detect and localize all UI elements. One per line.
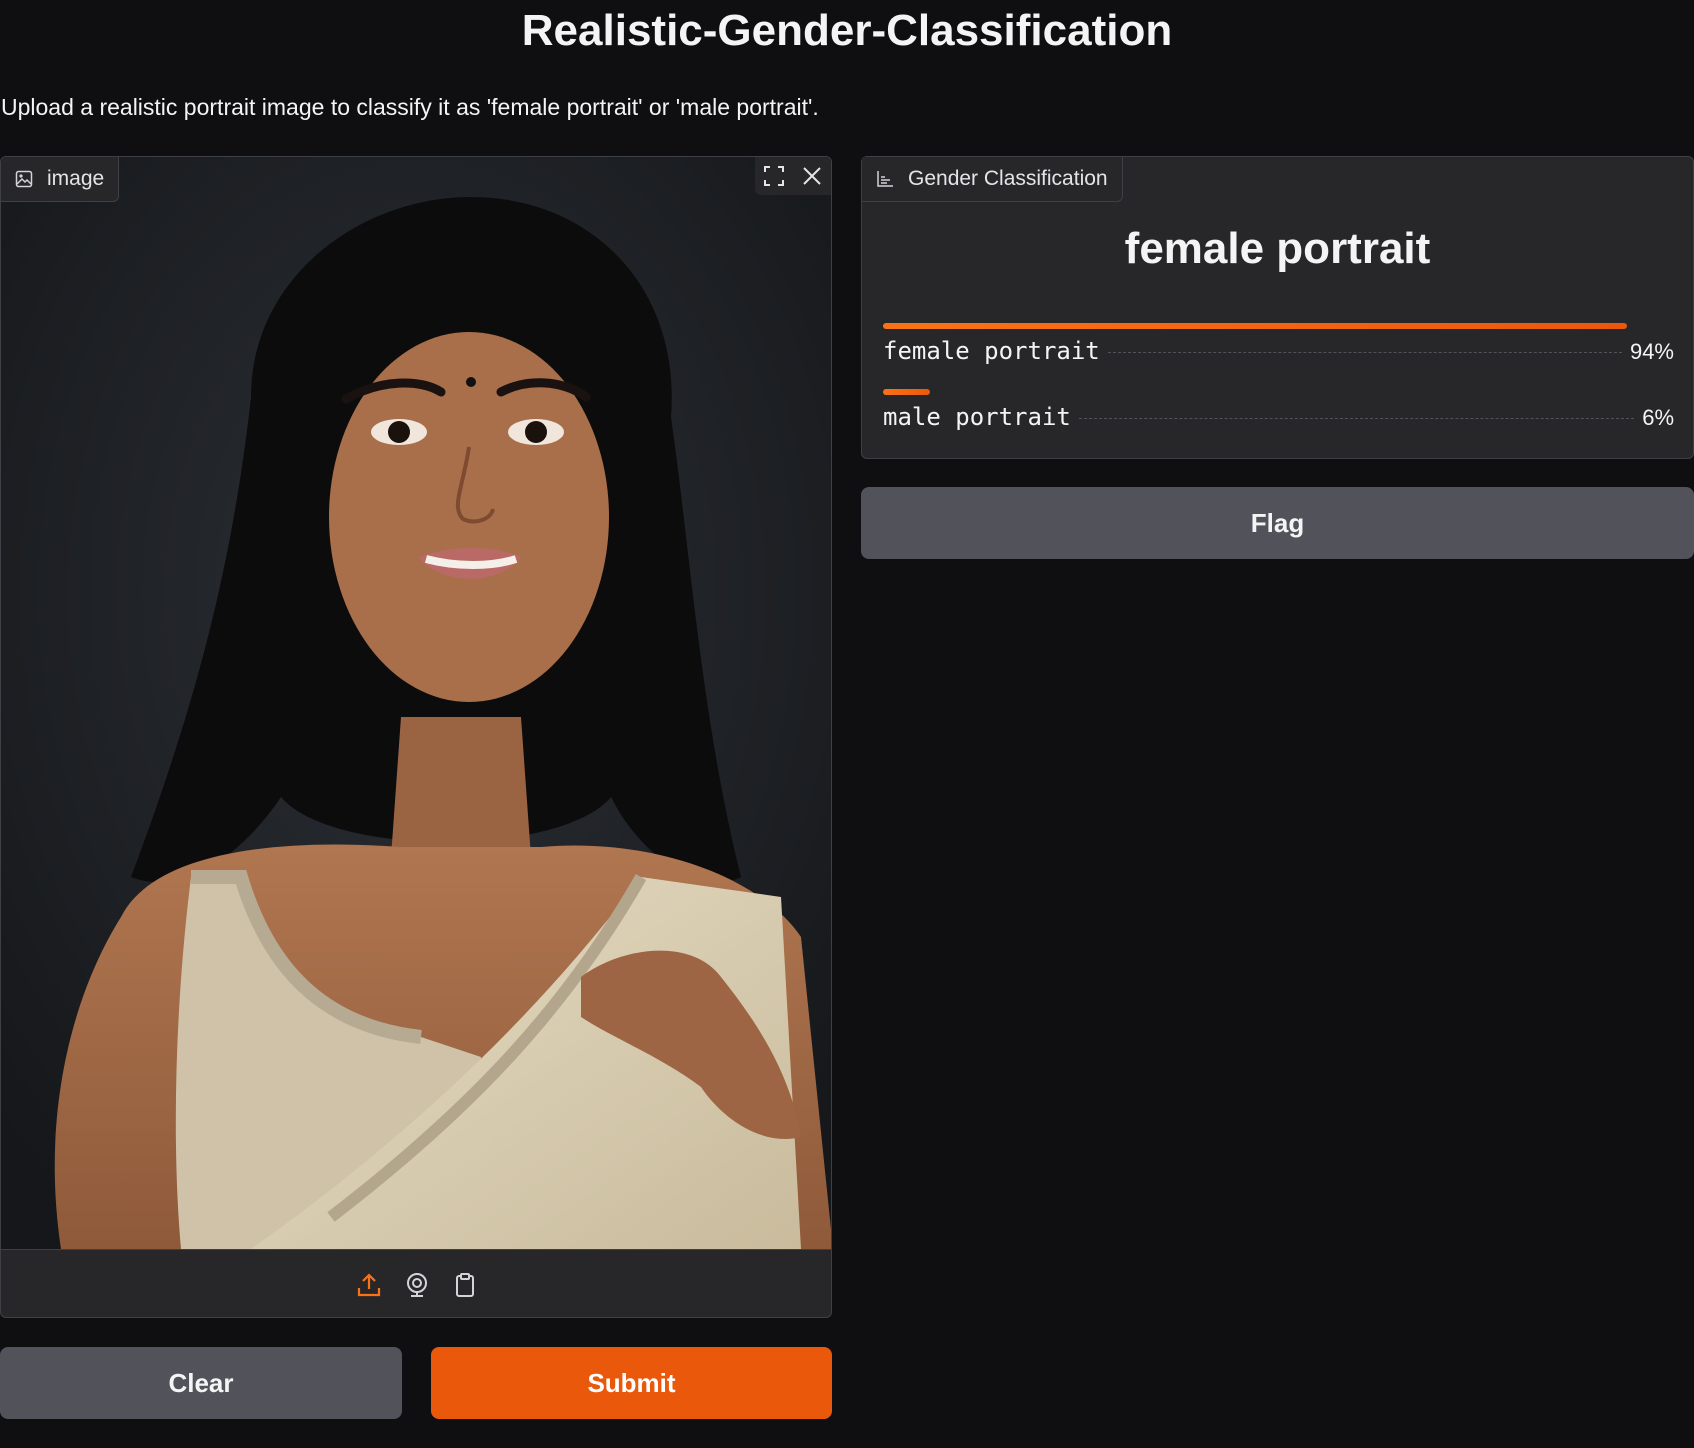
- confidence-bar: [883, 389, 931, 395]
- confidence-row[interactable]: female portrait 94%: [883, 323, 1674, 373]
- confidence-dotted-leader: [1078, 418, 1635, 419]
- confidence-value: 94%: [1629, 339, 1674, 364]
- confidence-bar: [883, 323, 1627, 329]
- classification-output-panel: Gender Classification female portrait fe…: [861, 156, 1694, 459]
- confidence-row[interactable]: male portrait 6%: [883, 389, 1674, 439]
- submit-button[interactable]: Submit: [431, 1347, 832, 1419]
- output-label-text: Gender Classification: [908, 167, 1108, 190]
- webcam-icon[interactable]: [403, 1271, 431, 1299]
- confidence-label: male portrait: [883, 403, 1071, 431]
- confidence-dotted-leader: [1107, 352, 1622, 353]
- app-page: Realistic-Gender-Classification Upload a…: [0, 0, 1694, 1448]
- clipboard-icon[interactable]: [451, 1271, 479, 1299]
- image-input-panel[interactable]: image: [0, 156, 832, 1318]
- fullscreen-icon[interactable]: [755, 157, 793, 195]
- page-description: Upload a realistic portrait image to cla…: [1, 94, 819, 120]
- image-controls: [755, 157, 831, 195]
- confidence-label: female portrait: [883, 337, 1100, 365]
- upload-icon[interactable]: [355, 1271, 383, 1299]
- clear-button[interactable]: Clear: [0, 1347, 402, 1419]
- page-title: Realistic-Gender-Classification: [521, 6, 1173, 55]
- image-source-bar: [1, 1249, 831, 1317]
- uploaded-portrait-image: [1, 157, 831, 1249]
- image-input-label-text: image: [47, 167, 105, 190]
- flag-button[interactable]: Flag: [861, 487, 1694, 559]
- bar-chart-icon: [876, 170, 894, 188]
- confidence-value: 6%: [1642, 405, 1674, 430]
- image-input-label: image: [1, 157, 120, 202]
- close-icon[interactable]: [793, 157, 831, 195]
- predicted-label: female portrait: [1124, 224, 1431, 273]
- image-icon: [15, 170, 33, 188]
- output-label: Gender Classification: [862, 157, 1123, 202]
